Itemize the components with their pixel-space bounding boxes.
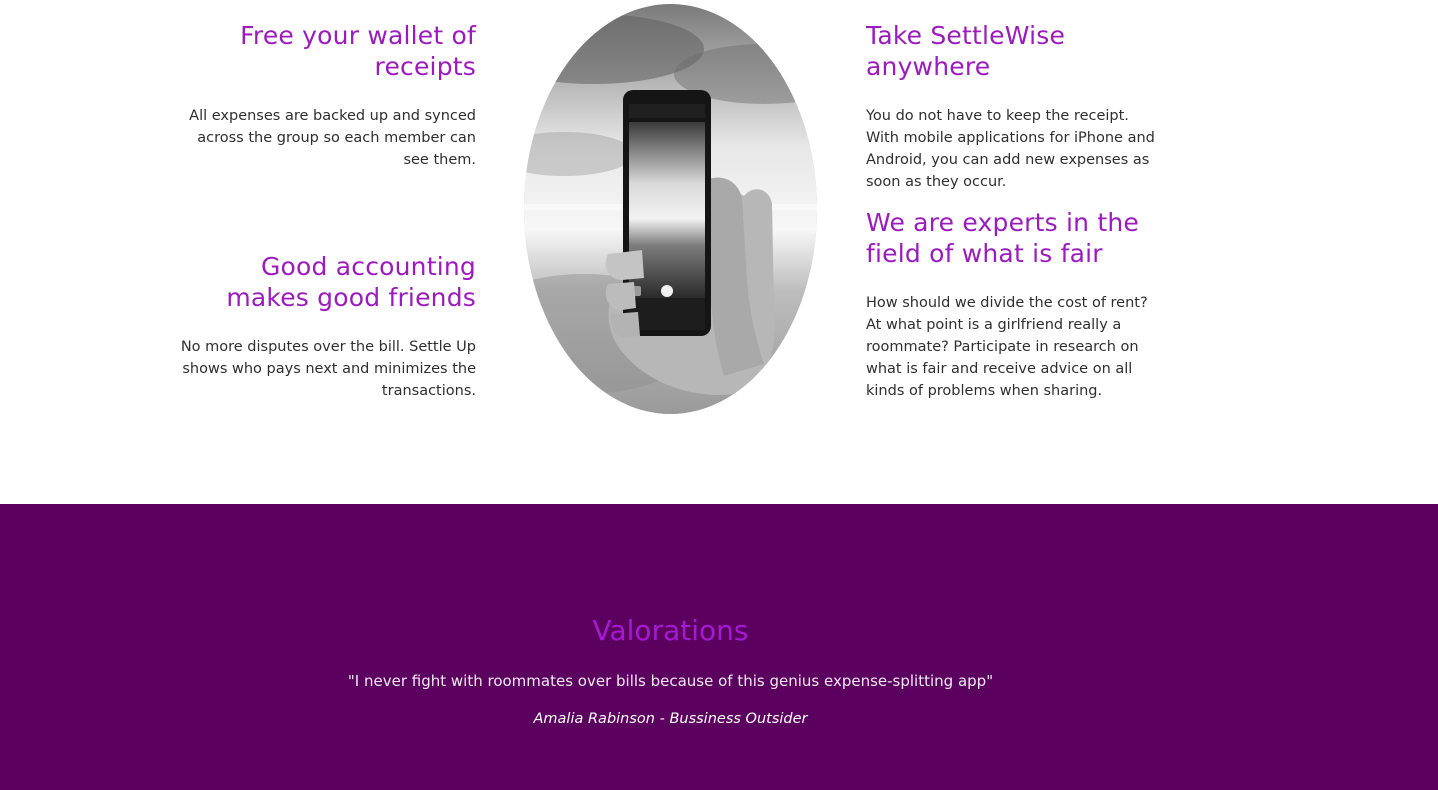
feature-description: You do not have to keep the receipt. Wit… — [866, 108, 1155, 190]
features-section: Free your wallet of receipts All expense… — [0, 0, 1438, 504]
feature-title: Take SettleWise anywhere — [866, 21, 1066, 81]
feature-description: How should we divide the cost of rent? A… — [866, 295, 1148, 399]
section-title: Valorations — [592, 614, 749, 647]
feature-title: Good accounting makes good friends — [226, 252, 476, 312]
feature-good-accounting: Good accounting makes good friends No mo… — [180, 251, 476, 402]
feature-take-anywhere: Take SettleWise anywhere You do not have… — [866, 20, 1166, 193]
feature-title: Free your wallet of receipts — [240, 21, 476, 81]
phone-in-hand-image — [524, 4, 817, 414]
testimonial-quote: "I never fight with roommates over bills… — [347, 672, 994, 690]
feature-experts-fair: We are experts in the field of what is f… — [866, 207, 1166, 402]
valorations-section: Valorations "I never fight with roommate… — [0, 504, 1438, 790]
testimonial-author: Amalia Rabinson — [533, 711, 655, 727]
feature-description: No more disputes over the bill. Settle U… — [180, 339, 476, 399]
testimonial-source: Bussiness Outsider — [669, 711, 808, 727]
feature-description: All expenses are backed up and synced ac… — [189, 108, 476, 168]
feature-title: We are experts in the field of what is f… — [866, 208, 1139, 268]
testimonial-attribution: Amalia Rabinson - Bussiness Outsider — [0, 709, 1341, 729]
attribution-separator: - — [654, 711, 670, 727]
feature-free-wallet: Free your wallet of receipts All expense… — [180, 20, 476, 171]
